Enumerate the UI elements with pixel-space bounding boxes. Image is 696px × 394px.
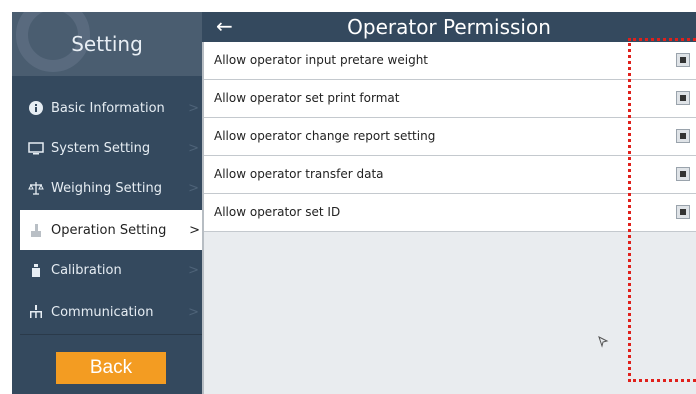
- highlight-box: [628, 38, 696, 382]
- sidebar-item-weighing-setting[interactable]: Weighing Setting >: [20, 168, 202, 208]
- sidebar-item-label: Communication: [51, 304, 154, 320]
- chevron-right-icon: >: [188, 180, 199, 196]
- network-icon: [30, 305, 42, 318]
- sidebar-item-operation-setting[interactable]: Operation Setting >: [20, 210, 202, 250]
- sidebar-item-basic-information[interactable]: Basic Information >: [20, 88, 202, 128]
- permission-label: Allow operator change report setting: [214, 129, 436, 143]
- monitor-icon: [28, 142, 44, 155]
- permission-row: Allow operator set ID: [202, 194, 696, 232]
- permission-row: Allow operator change report setting: [202, 118, 696, 156]
- main-panel: ← Operator Permission Allow operator inp…: [202, 12, 696, 394]
- hand-icon: [31, 224, 41, 237]
- scale-icon: [28, 182, 44, 195]
- divider: [20, 334, 202, 335]
- cursor-icon: [598, 336, 609, 348]
- sidebar-item-label: Calibration: [51, 262, 122, 278]
- chevron-right-icon: >: [188, 140, 199, 156]
- title-bar: ← Operator Permission: [202, 12, 696, 42]
- sidebar-item-label: Operation Setting: [51, 222, 167, 238]
- sidebar-item-label: System Setting: [51, 140, 151, 156]
- info-icon: [29, 101, 43, 115]
- chevron-right-icon: >: [189, 222, 200, 238]
- weight-icon: [32, 264, 40, 277]
- panel-left-border: [202, 42, 204, 394]
- chevron-right-icon: >: [188, 100, 199, 116]
- permission-label: Allow operator input pretare weight: [214, 53, 429, 67]
- page-title: Operator Permission: [347, 15, 551, 39]
- chevron-right-icon: >: [188, 304, 199, 320]
- sidebar-item-label: Basic Information: [51, 100, 165, 116]
- sidebar-item-label: Weighing Setting: [51, 180, 162, 196]
- sidebar: Setting Basic Information > System Setti…: [12, 12, 202, 394]
- sidebar-title: Setting: [71, 32, 143, 56]
- chevron-right-icon: >: [188, 262, 199, 278]
- permission-row: Allow operator input pretare weight: [202, 42, 696, 80]
- sidebar-item-communication[interactable]: Communication >: [20, 292, 202, 332]
- permission-label: Allow operator set ID: [214, 205, 341, 219]
- app-window: Setting Basic Information > System Setti…: [12, 12, 696, 394]
- sidebar-header: Setting: [12, 12, 202, 76]
- permission-label: Allow operator transfer data: [214, 167, 384, 181]
- permission-row: Allow operator set print format: [202, 80, 696, 118]
- sidebar-item-system-setting[interactable]: System Setting >: [20, 128, 202, 168]
- permission-label: Allow operator set print format: [214, 91, 400, 105]
- sidebar-item-calibration[interactable]: Calibration >: [20, 250, 202, 290]
- permission-row: Allow operator transfer data: [202, 156, 696, 194]
- back-button[interactable]: Back: [56, 352, 166, 384]
